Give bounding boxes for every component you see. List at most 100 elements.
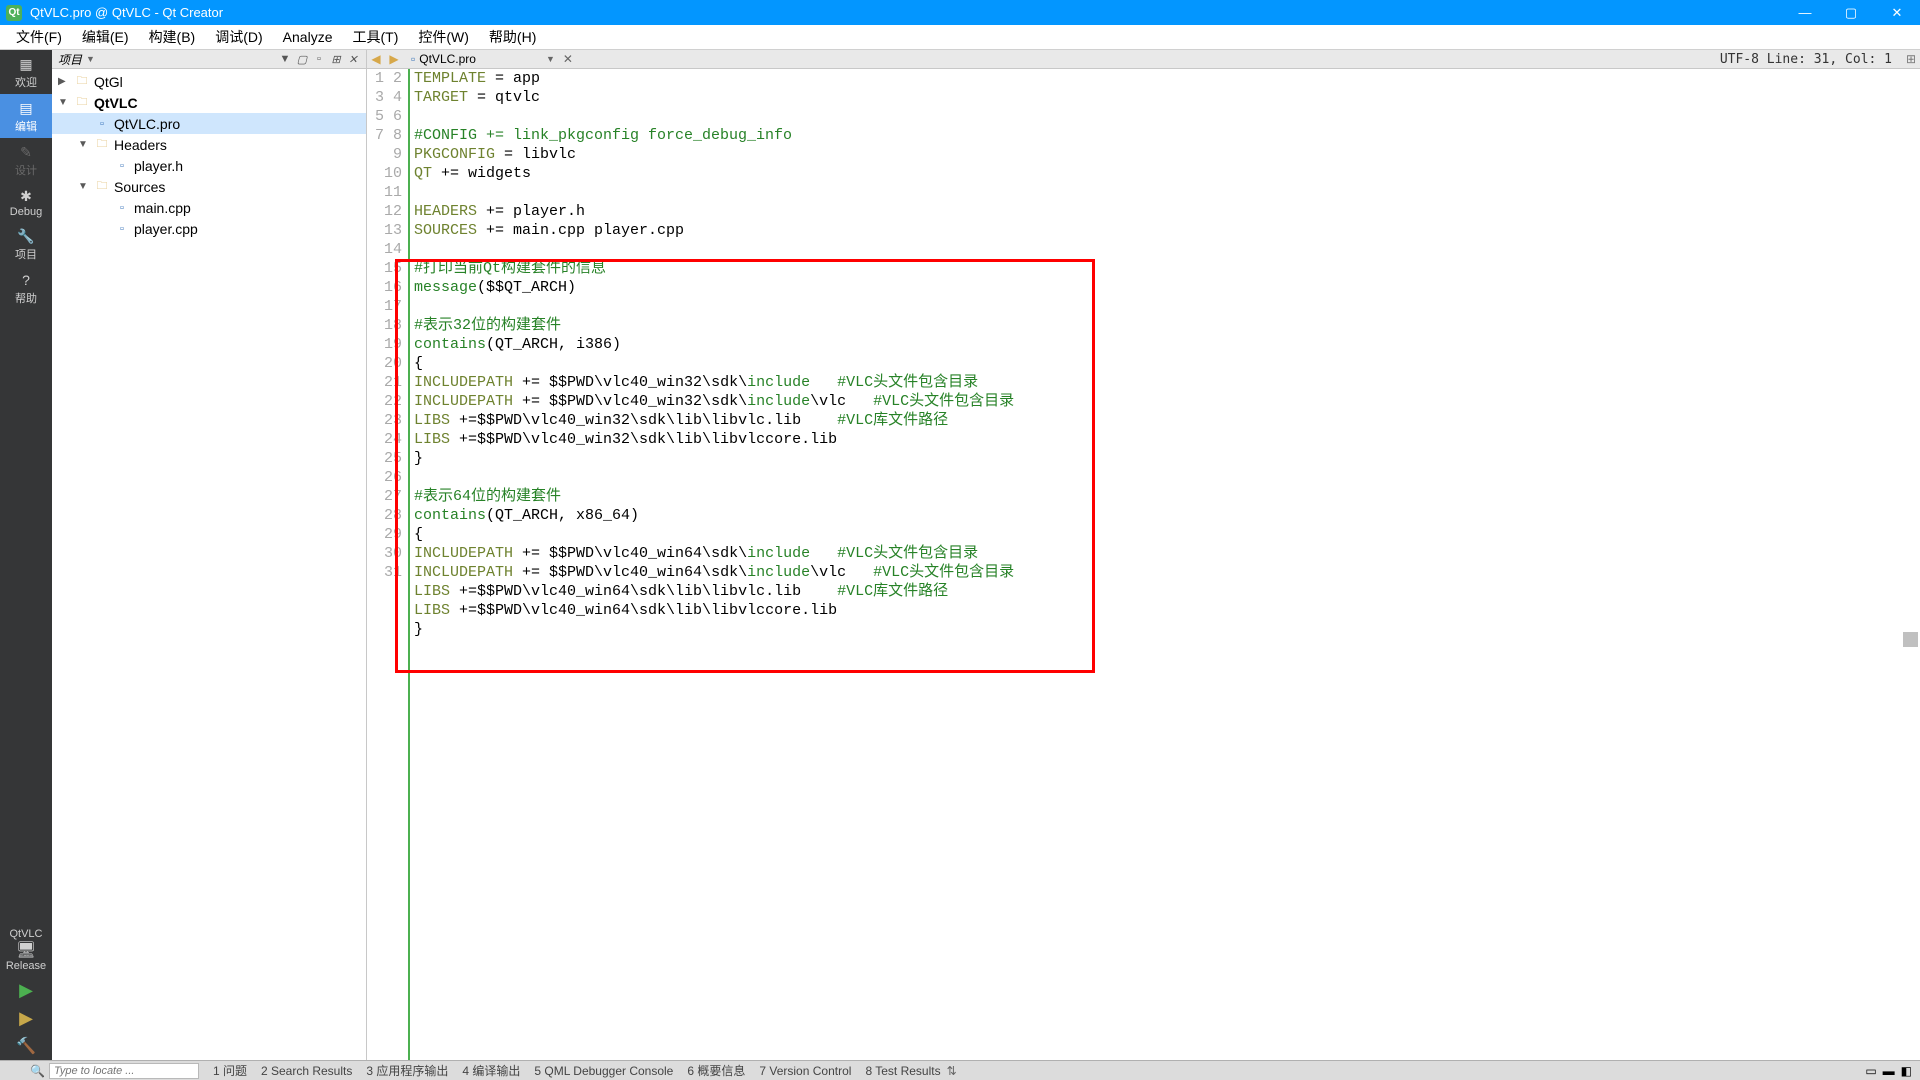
tree-row[interactable]: ▶ 🗀 QtGl	[52, 71, 366, 92]
window-title: QtVLC.pro @ QtVLC - Qt Creator	[30, 5, 1782, 20]
tree-row[interactable]: ▼ 🗀 Headers	[52, 134, 366, 155]
run-button[interactable]: ▶	[0, 976, 52, 1004]
twist-icon[interactable]: ▼	[58, 97, 70, 108]
pencil-icon: ✎	[16, 144, 36, 160]
mode-project[interactable]: 🔧 项目	[0, 222, 52, 266]
panel-toggle-1[interactable]: ▭	[1865, 1064, 1876, 1078]
tree-row[interactable]: ▫player.cpp	[52, 218, 366, 239]
scrollbar-thumb[interactable]	[1903, 632, 1918, 647]
chevron-down-icon[interactable]: ▼	[546, 54, 555, 64]
tree-label: QtVLC	[94, 95, 138, 111]
build-button[interactable]: 🔨	[0, 1032, 52, 1060]
play-icon: ▶	[19, 980, 33, 1001]
menu-item[interactable]: Analyze	[273, 29, 343, 45]
mode-help-label: 帮助	[15, 293, 37, 305]
twist-icon[interactable]: ▶	[58, 76, 70, 87]
tree-label: QtVLC.pro	[114, 116, 180, 132]
tab-close[interactable]: ✕	[563, 52, 573, 66]
output-panel-button[interactable]: 7 Version Control	[759, 1064, 851, 1078]
menu-item[interactable]: 帮助(H)	[479, 27, 546, 47]
menu-item[interactable]: 工具(T)	[342, 27, 408, 47]
tree-label: player.cpp	[134, 221, 198, 237]
tree-label: Headers	[114, 137, 167, 153]
panel-toggle-2[interactable]: ▬	[1883, 1064, 1895, 1078]
hammer-icon: 🔨	[16, 1036, 36, 1056]
tree-label: main.cpp	[134, 200, 191, 216]
tab-file[interactable]: ▫ QtVLC.pro ▼ ✕	[403, 50, 581, 68]
chevron-up-down-icon[interactable]: ⇅	[947, 1064, 957, 1078]
tree-row[interactable]: ▫player.h	[52, 155, 366, 176]
tree-row[interactable]: ▫ QtVLC.pro	[52, 113, 366, 134]
menu-item[interactable]: 控件(W)	[408, 27, 479, 47]
pro-file-icon: ▫	[411, 52, 415, 66]
gutter: 1 2 3 4 5 6 7 8 9 10 11 12 13 14 15 16 1…	[367, 69, 410, 1060]
titlebar: Qt QtVLC.pro @ QtVLC - Qt Creator — ▢ ✕	[0, 0, 1920, 25]
tree-label: QtGl	[94, 74, 123, 90]
nav-back[interactable]: ◀	[367, 52, 385, 66]
document-icon: ▤	[16, 100, 36, 116]
target-selector[interactable]: QtVLC 🖥 Release	[6, 924, 46, 976]
mode-welcome[interactable]: ▦欢迎	[0, 50, 52, 94]
play-debug-icon: ▶	[19, 1008, 33, 1029]
cursor-position: UTF-8 Line: 31, Col: 1	[1720, 52, 1902, 67]
target-kit: Release	[6, 960, 46, 972]
project-sidebar: 项目 ▼ ▼ ▢ ▫ ⊞ ✕ ▶🗀QtGl▼🗀QtVLC▫QtVLC.pro▼🗀…	[52, 50, 367, 1060]
project-tree[interactable]: ▶🗀QtGl▼🗀QtVLC▫QtVLC.pro▼🗀Headers▫player.…	[52, 69, 366, 1060]
editor-tabbar: ◀ ▶ ▫ QtVLC.pro ▼ ✕ UTF-8 Line: 31, Col:…	[367, 50, 1920, 69]
mode-edit[interactable]: ▤ 编辑	[0, 94, 52, 138]
search-icon: 🔍	[30, 1064, 45, 1078]
close-button[interactable]: ✕	[1874, 0, 1920, 25]
menubar: 文件(F)编辑(E)构建(B)调试(D)Analyze工具(T)控件(W)帮助(…	[0, 25, 1920, 50]
output-panel-button[interactable]: 3 应用程序输出	[366, 1064, 448, 1078]
nav-forward[interactable]: ▶	[385, 52, 403, 66]
menu-item[interactable]: 调试(D)	[205, 27, 272, 47]
grid-icon: ▦	[16, 56, 36, 72]
help-icon: ?	[16, 272, 36, 288]
bug-icon: ✱	[16, 188, 36, 204]
menu-item[interactable]: 编辑(E)	[72, 27, 139, 47]
output-panel-button[interactable]: 2 Search Results	[261, 1064, 352, 1078]
twist-icon[interactable]: ▼	[78, 181, 90, 192]
output-panel-button[interactable]: 6 概要信息	[687, 1064, 745, 1078]
mode-design[interactable]: ✎设计	[0, 138, 52, 182]
output-panel-button[interactable]: 8 Test Results	[865, 1064, 940, 1078]
maximize-button[interactable]: ▢	[1828, 0, 1874, 25]
chevron-down-icon[interactable]: ▼	[86, 54, 95, 64]
tree-row[interactable]: ▫ main.cpp	[52, 197, 366, 218]
tree-row[interactable]: ▼🗀Sources	[52, 176, 366, 197]
mode-edit-label: 编辑	[15, 121, 37, 133]
folder-icon: 🗀	[74, 75, 90, 89]
folder-icon: 🗀	[94, 138, 110, 152]
menu-item[interactable]: 文件(F)	[6, 27, 72, 47]
mode-debug[interactable]: ✱ Debug	[0, 182, 52, 222]
link-icon[interactable]: ▢	[295, 52, 309, 66]
filter-icon[interactable]: ▼	[278, 52, 292, 66]
mode-bar: ▦欢迎 ▤ 编辑 ✎设计 ✱ Debug 🔧 项目 ? 帮助 QtVLC 🖥 Relea…	[0, 50, 52, 1060]
wrench-icon: 🔧	[16, 228, 36, 244]
close-panel-icon[interactable]: ✕	[346, 52, 360, 66]
twist-icon[interactable]: ▼	[78, 139, 90, 150]
tree-row[interactable]: ▼🗀QtVLC	[52, 92, 366, 113]
mode-project-label: 项目	[15, 249, 37, 261]
tree-label: Sources	[114, 179, 165, 195]
output-panel-button[interactable]: 4 编译输出	[462, 1064, 520, 1078]
tree-label: player.h	[134, 158, 183, 174]
editor-split-icon[interactable]: ⊞	[1902, 52, 1920, 66]
menu-item[interactable]: 构建(B)	[139, 27, 206, 47]
code-lines[interactable]: TEMPLATE = app TARGET = qtvlc #CONFIG +=…	[410, 69, 1920, 1060]
output-panel-button[interactable]: 5 QML Debugger Console	[534, 1064, 673, 1078]
sidebar-title: 项目	[58, 51, 82, 68]
split-icon[interactable]: ⊞	[329, 52, 343, 66]
debug-run-button[interactable]: ▶	[0, 1004, 52, 1032]
plus-icon[interactable]: ▫	[312, 52, 326, 66]
output-panel-button[interactable]: 1 问题	[213, 1064, 247, 1078]
minimize-button[interactable]: —	[1782, 0, 1828, 25]
mode-help[interactable]: ? 帮助	[0, 266, 52, 310]
code-area[interactable]: 1 2 3 4 5 6 7 8 9 10 11 12 13 14 15 16 1…	[367, 69, 1920, 1060]
pro-icon: ▫	[94, 117, 110, 131]
statusbar: 🔍 1 问题 2 Search Results 3 应用程序输出 4 编译输出 5 QM…	[0, 1060, 1920, 1080]
panel-toggle-3[interactable]: ◧	[1901, 1064, 1912, 1078]
cpp-icon: ▫	[114, 201, 130, 215]
mode-debug-label: Debug	[10, 206, 42, 218]
locator-input[interactable]	[49, 1063, 199, 1079]
